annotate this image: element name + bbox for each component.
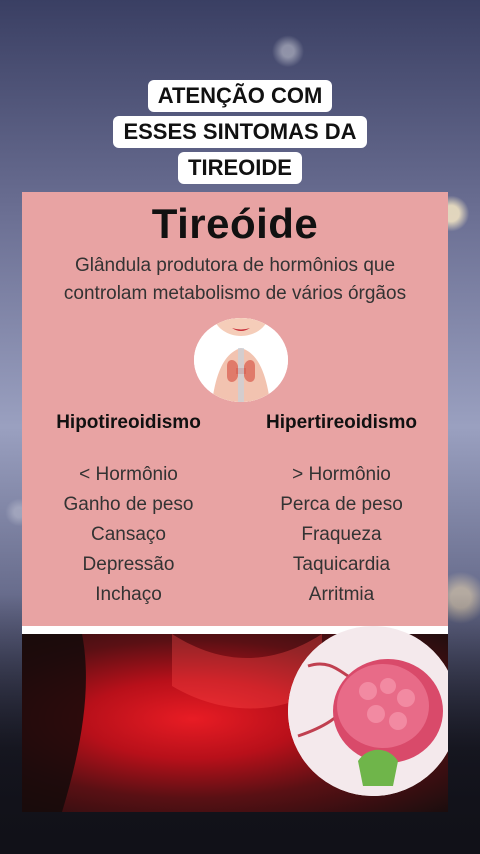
symptom-item: Inchaço — [95, 584, 162, 605]
neck-photo — [22, 626, 448, 812]
symptom-item: Perca de peso — [280, 494, 403, 515]
hyperthyroidism-heading: Hipertireoidismo — [266, 412, 417, 433]
info-card: Tireóide Glândula produtora de hormônios… — [22, 192, 448, 812]
subtitle-line-2: controlam metabolismo de vários órgãos — [63, 283, 407, 304]
thyroid-neck-illustration — [194, 318, 288, 402]
video-caption: ATENÇÃO COM ESSES SINTOMAS DA TIREOIDE — [0, 78, 480, 186]
symptom-item: Cansaço — [91, 524, 166, 545]
neck-drawing — [194, 318, 288, 402]
caption-line-2: ESSES SINTOMAS DA — [113, 116, 367, 148]
hypothyroidism-column: Hipotireoidismo < Hormônio Ganho de peso… — [22, 412, 235, 610]
symptom-item: < Hormônio — [79, 464, 178, 485]
symptom-item: > Hormônio — [292, 464, 391, 485]
symptom-item: Ganho de peso — [63, 494, 194, 515]
gland-drawing — [288, 626, 448, 796]
symptom-item: Arritmia — [308, 584, 375, 605]
symptom-item: Depressão — [82, 554, 175, 575]
symptom-item: Fraqueza — [301, 524, 382, 545]
card-subtitle: Glândula produtora de hormônios que cont… — [22, 252, 448, 308]
hyperthyroidism-column: Hipertireoidismo > Hormônio Perca de pes… — [235, 412, 448, 610]
caption-line-3: TIREOIDE — [178, 152, 302, 184]
subtitle-line-1: Glândula produtora de hormônios que — [74, 255, 396, 276]
card-title: Tireóide — [151, 200, 319, 247]
hypothyroidism-heading: Hipotireoidismo — [56, 412, 201, 433]
symptom-item: Taquicardia — [292, 554, 391, 575]
caption-line-1: ATENÇÃO COM — [147, 80, 333, 112]
symptom-columns: Hipotireoidismo < Hormônio Ganho de peso… — [22, 412, 448, 610]
thyroid-gland-zoom — [288, 626, 448, 796]
